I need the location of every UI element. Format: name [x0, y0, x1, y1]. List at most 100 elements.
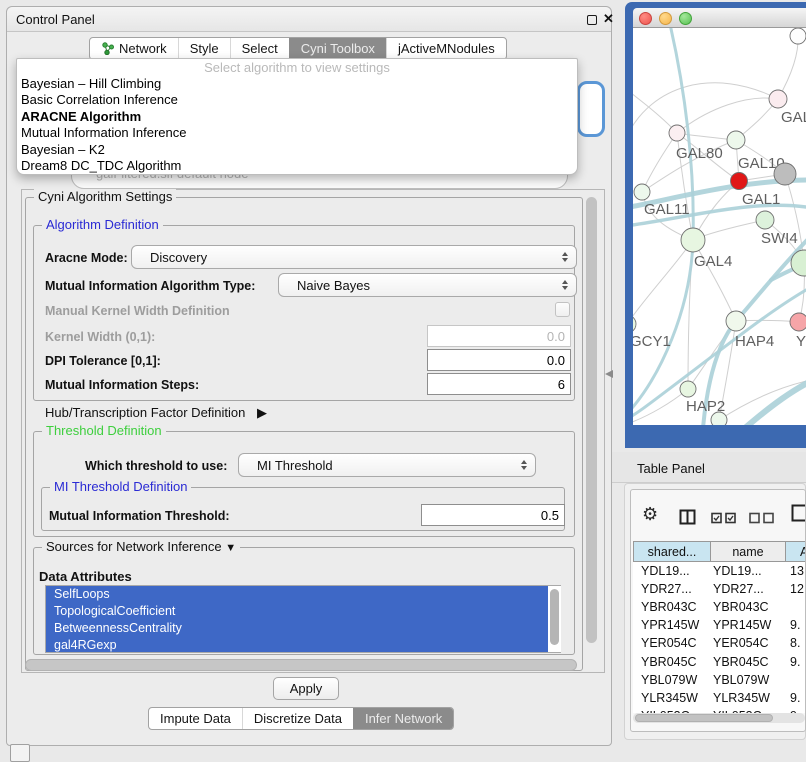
table-horizontal-scrollbar[interactable]: [633, 713, 805, 723]
mi-threshold-label: Mutual Information Threshold:: [49, 509, 230, 523]
network-node-gal10[interactable]: [727, 131, 745, 149]
column-header-a[interactable]: A: [786, 542, 806, 561]
scrollbar-thumb[interactable]: [635, 714, 773, 722]
network-edge[interactable]: [778, 36, 798, 99]
focused-combobox-edge[interactable]: [577, 81, 605, 137]
network-node-gal1[interactable]: [731, 173, 748, 190]
table-row[interactable]: YDR27...YDR27...12: [633, 580, 806, 598]
attributes-list-scrollbar[interactable]: [548, 586, 561, 652]
apply-button[interactable]: Apply: [273, 677, 339, 700]
aracne-mode-combobox[interactable]: Discovery: [131, 245, 577, 269]
table-row[interactable]: YER054CYER054C8.: [633, 634, 806, 652]
network-edge[interactable]: [633, 90, 677, 133]
checked-pair-icon[interactable]: [711, 512, 737, 524]
network-node-gal[interactable]: [769, 90, 787, 108]
sources-collapse-icon[interactable]: ▼: [225, 542, 236, 554]
network-node-gcy1[interactable]: [633, 315, 636, 333]
which-threshold-combobox[interactable]: MI Threshold: [238, 453, 536, 477]
sources-group-title[interactable]: Sources for Network Inference ▼: [42, 539, 240, 554]
settings-horizontal-scrollbar[interactable]: [25, 659, 577, 671]
network-canvas[interactable]: GALGAL80GAL10GAL1GAL11SWI4GAL4HAP4YGCY1H…: [633, 28, 806, 425]
mi-type-combobox[interactable]: Naive Bayes: [278, 273, 577, 297]
control-panel-title: Control Panel: [16, 12, 95, 27]
tab-select[interactable]: Select: [230, 38, 289, 59]
network-edge[interactable]: [642, 133, 677, 192]
float-window-icon[interactable]: [587, 15, 597, 25]
scrollbar-thumb[interactable]: [550, 589, 559, 645]
attribute-item-gal4rgexp[interactable]: gal4RGexp: [46, 637, 560, 653]
scrollbar-thumb[interactable]: [586, 197, 597, 643]
table-row[interactable]: YLR345WYLR345W9.: [633, 689, 806, 707]
table-row[interactable]: YBR043CYBR043C: [633, 598, 806, 616]
algorithm-option-bayesian-k2[interactable]: Bayesian – K2: [17, 142, 577, 158]
table-row[interactable]: YBR045CYBR045C9.: [633, 652, 806, 670]
tab-cyni-toolbox[interactable]: Cyni Toolbox: [289, 38, 386, 59]
window-close-icon[interactable]: [639, 12, 652, 25]
tab-network[interactable]: Network: [90, 38, 178, 59]
columns-icon[interactable]: [679, 509, 696, 525]
data-attributes-list[interactable]: SelfLoopsTopologicalCoefficientBetweenne…: [45, 585, 561, 653]
network-tab-icon: [101, 42, 114, 55]
network-node-gal80[interactable]: [669, 125, 685, 141]
network-edge[interactable]: [785, 174, 804, 263]
algorithm-option-aracne-algorithm[interactable]: ARACNE Algorithm: [17, 109, 577, 125]
cyni-algorithm-settings-title: Cyni Algorithm Settings: [34, 189, 176, 204]
tab-impute-data[interactable]: Impute Data: [149, 708, 242, 729]
network-node-y[interactable]: [790, 313, 806, 331]
table-cell: YDR27...: [633, 582, 710, 596]
network-edge[interactable]: [633, 83, 778, 136]
mi-steps-input[interactable]: [427, 373, 571, 395]
column-header-name[interactable]: name: [711, 542, 786, 561]
network-node[interactable]: [790, 28, 806, 44]
mi-threshold-input[interactable]: [421, 504, 565, 526]
network-graph[interactable]: GALGAL80GAL10GAL1GAL11SWI4GAL4HAP4YGCY1H…: [633, 28, 806, 425]
attribute-item-betweennesscentrality[interactable]: BetweennessCentrality: [46, 620, 560, 637]
bottom-left-button[interactable]: [10, 744, 30, 762]
manual-kernel-checkbox[interactable]: [555, 302, 570, 317]
algorithm-option-basic-correlation-inference[interactable]: Basic Correlation Inference: [17, 92, 577, 108]
table-cell: YLR345W: [710, 691, 785, 705]
table-cell: YDL19...: [710, 564, 785, 578]
hub-expand-icon[interactable]: ▶: [257, 405, 267, 420]
data-attributes-label: Data Attributes: [39, 569, 132, 584]
panel-icon-partial[interactable]: [791, 504, 806, 522]
tab-jactivemnodules[interactable]: jActiveMNodules: [386, 38, 506, 59]
close-icon[interactable]: ✕: [603, 11, 614, 27]
node-label-gcy1: GCY1: [633, 333, 671, 350]
tab-discretize-data[interactable]: Discretize Data: [242, 708, 353, 729]
network-node-swi4[interactable]: [756, 211, 774, 229]
attribute-item-selfloops[interactable]: SelfLoops: [46, 586, 560, 603]
algorithm-option-dream8-dc-tdc-algorithm[interactable]: Dream8 DC_TDC Algorithm: [17, 158, 577, 174]
tab-infer-network[interactable]: Infer Network: [353, 708, 453, 729]
tab-style[interactable]: Style: [178, 38, 230, 59]
settings-vertical-scrollbar[interactable]: [584, 191, 600, 671]
column-header-shared[interactable]: shared...: [634, 542, 711, 561]
window-minimize-icon[interactable]: [659, 12, 672, 25]
network-node[interactable]: [711, 412, 727, 425]
network-edge-highlighted[interactable]: [745, 380, 806, 425]
network-node-gal11[interactable]: [634, 184, 650, 200]
network-node-hap4[interactable]: [726, 311, 746, 331]
table-row[interactable]: YBL079WYBL079W: [633, 671, 806, 689]
network-node[interactable]: [774, 163, 796, 185]
mi-threshold-group-title: MI Threshold Definition: [50, 479, 191, 494]
gear-icon[interactable]: ⚙: [642, 505, 658, 523]
attribute-item-topologicalcoefficient[interactable]: TopologicalCoefficient: [46, 603, 560, 620]
window-zoom-icon[interactable]: [679, 12, 692, 25]
table-row[interactable]: YDL19...YDL19...13: [633, 562, 806, 580]
combobox-stepper-icon: [562, 280, 568, 290]
network-edge[interactable]: [633, 240, 693, 324]
table-cell: YLR345W: [633, 691, 710, 705]
table-body: YDL19...YDL19...13YDR27...YDR27...12YBR0…: [633, 562, 806, 713]
table-row[interactable]: YPR145WYPR145W9.: [633, 616, 806, 634]
algorithm-option-bayesian-hill-climbing[interactable]: Bayesian – Hill Climbing: [17, 76, 577, 92]
network-node-gal4[interactable]: [681, 228, 705, 252]
dpi-tolerance-input[interactable]: [427, 349, 571, 371]
unchecked-pair-icon[interactable]: [749, 512, 775, 524]
algorithm-option-mutual-information-inference[interactable]: Mutual Information Inference: [17, 125, 577, 141]
network-window: GALGAL80GAL10GAL1GAL11SWI4GAL4HAP4YGCY1H…: [625, 2, 806, 448]
kernel-width-input[interactable]: [427, 325, 571, 347]
table-panel-header: Table Panel: [612, 452, 806, 483]
network-node-hap2[interactable]: [680, 381, 696, 397]
hub-definition-toggle[interactable]: Hub/Transcription Factor Definition ▶: [45, 405, 267, 421]
